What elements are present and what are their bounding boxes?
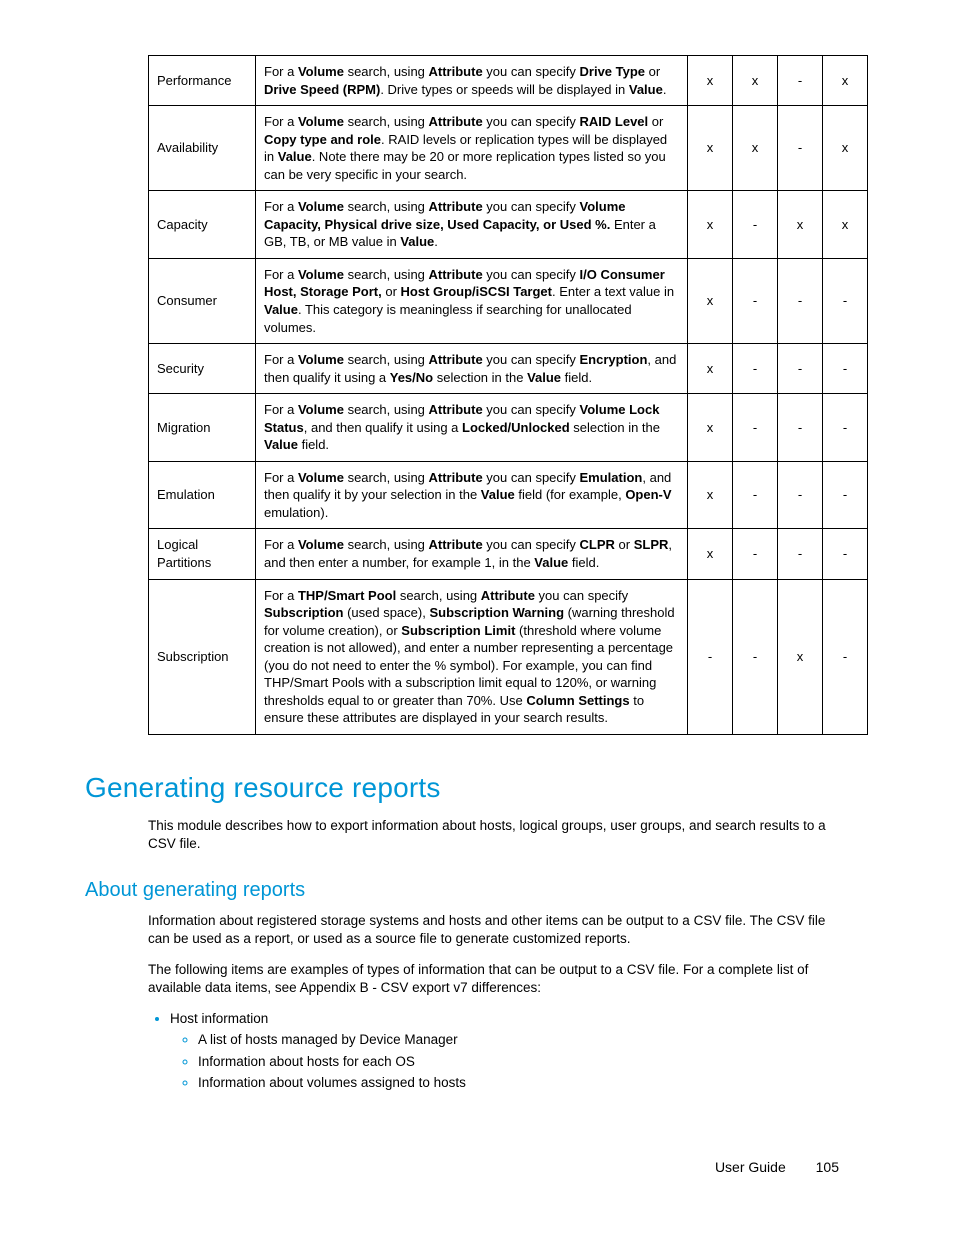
attribute-name-cell: Subscription [149, 579, 256, 734]
attribute-description-cell: For a Volume search, using Attribute you… [256, 191, 688, 259]
attribute-name-cell: Capacity [149, 191, 256, 259]
attribute-description-cell: For a Volume search, using Attribute you… [256, 258, 688, 343]
flag-cell: x [733, 106, 778, 191]
attribute-name-cell: Migration [149, 394, 256, 462]
flag-cell: x [688, 529, 733, 579]
flag-cell: - [733, 344, 778, 394]
flag-cell: x [733, 56, 778, 106]
flag-cell: x [823, 191, 868, 259]
flag-cell: - [823, 258, 868, 343]
list-item-label: Host information [170, 1011, 268, 1026]
list-item: Host information A list of hosts managed… [170, 1009, 839, 1092]
flag-cell: - [823, 579, 868, 734]
flag-cell: x [778, 191, 823, 259]
flag-cell: - [778, 344, 823, 394]
attribute-description-cell: For a Volume search, using Attribute you… [256, 529, 688, 579]
attribute-name-cell: Consumer [149, 258, 256, 343]
flag-cell: - [823, 529, 868, 579]
flag-cell: x [688, 56, 733, 106]
flag-cell: - [823, 394, 868, 462]
bullet-list-level2: A list of hosts managed by Device Manage… [170, 1031, 839, 1092]
section-heading-generating-resource-reports: Generating resource reports [85, 769, 839, 807]
attribute-description-cell: For a Volume search, using Attribute you… [256, 106, 688, 191]
table-row: PerformanceFor a Volume search, using At… [149, 56, 868, 106]
flag-cell: - [733, 258, 778, 343]
flag-cell: x [778, 579, 823, 734]
attribute-description-cell: For a THP/Smart Pool search, using Attri… [256, 579, 688, 734]
flag-cell: x [823, 56, 868, 106]
table-row: EmulationFor a Volume search, using Attr… [149, 461, 868, 529]
flag-cell: - [823, 461, 868, 529]
attribute-name-cell: Logical Partitions [149, 529, 256, 579]
flag-cell: - [733, 191, 778, 259]
page-footer: User Guide 105 [715, 1158, 839, 1177]
flag-cell: - [778, 461, 823, 529]
flag-cell: - [778, 394, 823, 462]
list-item: Information about volumes assigned to ho… [198, 1074, 839, 1092]
flag-cell: x [688, 258, 733, 343]
table-row: Logical PartitionsFor a Volume search, u… [149, 529, 868, 579]
flag-cell: - [733, 461, 778, 529]
flag-cell: x [688, 344, 733, 394]
flag-cell: - [778, 106, 823, 191]
flag-cell: - [778, 529, 823, 579]
table-row: MigrationFor a Volume search, using Attr… [149, 394, 868, 462]
attribute-name-cell: Emulation [149, 461, 256, 529]
body-paragraph: The following items are examples of type… [148, 961, 839, 997]
flag-cell: - [688, 579, 733, 734]
attribute-name-cell: Availability [149, 106, 256, 191]
flag-cell: x [688, 461, 733, 529]
body-paragraph: Information about registered storage sys… [148, 912, 839, 948]
flag-cell: - [733, 579, 778, 734]
attribute-table: PerformanceFor a Volume search, using At… [148, 55, 868, 735]
attribute-name-cell: Security [149, 344, 256, 394]
list-item: A list of hosts managed by Device Manage… [198, 1031, 839, 1049]
bullet-list-level1: Host information A list of hosts managed… [148, 1009, 839, 1092]
flag-cell: - [778, 56, 823, 106]
attribute-description-cell: For a Volume search, using Attribute you… [256, 394, 688, 462]
flag-cell: - [778, 258, 823, 343]
subsection-heading-about-generating-reports: About generating reports [85, 877, 839, 904]
attribute-description-cell: For a Volume search, using Attribute you… [256, 461, 688, 529]
table-row: ConsumerFor a Volume search, using Attri… [149, 258, 868, 343]
footer-doc-title: User Guide [715, 1159, 786, 1175]
flag-cell: - [823, 344, 868, 394]
list-item: Information about hosts for each OS [198, 1053, 839, 1071]
attribute-name-cell: Performance [149, 56, 256, 106]
flag-cell: x [823, 106, 868, 191]
attribute-description-cell: For a Volume search, using Attribute you… [256, 344, 688, 394]
flag-cell: x [688, 191, 733, 259]
attribute-description-cell: For a Volume search, using Attribute you… [256, 56, 688, 106]
table-row: AvailabilityFor a Volume search, using A… [149, 106, 868, 191]
flag-cell: - [733, 394, 778, 462]
page-number: 105 [816, 1158, 839, 1177]
table-row: SecurityFor a Volume search, using Attri… [149, 344, 868, 394]
flag-cell: - [733, 529, 778, 579]
flag-cell: x [688, 106, 733, 191]
table-row: SubscriptionFor a THP/Smart Pool search,… [149, 579, 868, 734]
intro-paragraph: This module describes how to export info… [148, 817, 839, 853]
flag-cell: x [688, 394, 733, 462]
table-row: CapacityFor a Volume search, using Attri… [149, 191, 868, 259]
